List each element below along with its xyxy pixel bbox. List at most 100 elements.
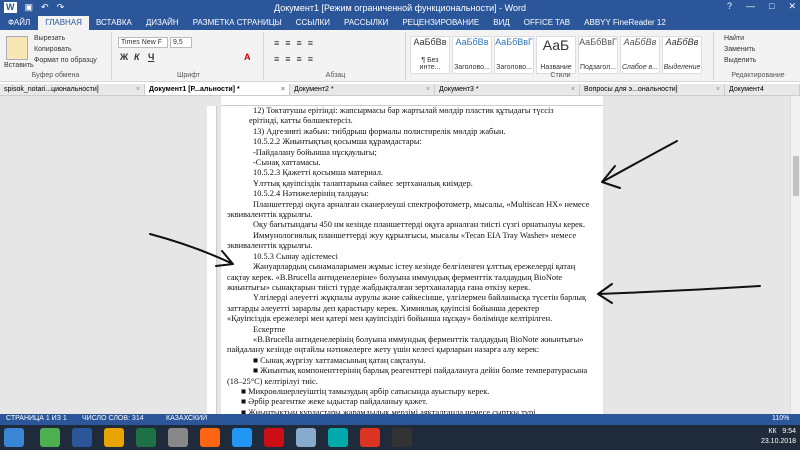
- app-icon[interactable]: [360, 428, 380, 447]
- editing-group: Найти Заменить Выделить Редактирование: [716, 32, 800, 80]
- tab-home[interactable]: ГЛАВНАЯ: [38, 16, 89, 30]
- style-emphasis[interactable]: АаБбВв Выделение: [662, 36, 702, 74]
- tab-layout[interactable]: РАЗМЕТКА СТРАНИЦЫ: [186, 16, 289, 30]
- style-subtitle[interactable]: АаБбВвГ Подзагол...: [578, 36, 618, 74]
- close-button[interactable]: ✕: [788, 1, 796, 12]
- select-button[interactable]: Выделить: [724, 57, 756, 64]
- arrow-left-icon: [149, 233, 234, 267]
- tab-mailings[interactable]: РАССЫЛКИ: [337, 16, 395, 30]
- close-icon[interactable]: ×: [426, 86, 430, 93]
- clock-date[interactable]: 23.10.2018: [761, 437, 796, 447]
- replace-button[interactable]: Заменить: [724, 46, 755, 53]
- firefox-icon[interactable]: [200, 428, 220, 447]
- input-language[interactable]: КК: [768, 428, 776, 435]
- style-title[interactable]: АаБ Название: [536, 36, 576, 74]
- tab-office-tab[interactable]: OFFICE TAB: [517, 16, 577, 30]
- clipboard-group: Вставить Вырезать Копировать Формат по о…: [0, 32, 112, 80]
- style-no-spacing[interactable]: АаБбВв ¶ Без инте...: [410, 36, 450, 74]
- doc-tab-label: Документ1 [Р...альности] *: [149, 86, 240, 93]
- list-buttons-icon[interactable]: ≡≡≡≡: [274, 38, 319, 48]
- tab-view[interactable]: ВИД: [486, 16, 517, 30]
- document-workspace: 12) Токтатушы ерітінді: жапсырмасы бар ж…: [0, 96, 800, 414]
- system-tray: КК 9:54 23.10.2018: [761, 427, 796, 447]
- paste-icon[interactable]: [6, 36, 28, 60]
- excel-icon[interactable]: [136, 428, 156, 447]
- italic-button[interactable]: К: [134, 52, 140, 62]
- font-name-select[interactable]: Times New F: [118, 37, 168, 48]
- doc-tab-label: Документ2 *: [294, 86, 334, 93]
- start-icon[interactable]: [4, 428, 24, 447]
- clock-time[interactable]: 9:54: [782, 428, 796, 435]
- bold-button[interactable]: Ж: [120, 52, 128, 62]
- style-name: Подзагол...: [579, 64, 616, 71]
- find-button[interactable]: Найти: [724, 35, 744, 42]
- tab-references[interactable]: ССЫЛКИ: [289, 16, 337, 30]
- doc-tab[interactable]: spisok_notari...циональности] ×: [0, 84, 145, 95]
- tab-review[interactable]: РЕЦЕНЗИРОВАНИЕ: [395, 16, 486, 30]
- style-subtle-emphasis[interactable]: АаБбВв Слабое в...: [620, 36, 660, 74]
- language-indicator[interactable]: КАЗАХСКИЙ: [166, 415, 207, 422]
- app-icon[interactable]: [232, 428, 252, 447]
- cut-button[interactable]: Вырезать: [34, 35, 65, 42]
- doc-tab-label: Документ4: [729, 86, 764, 93]
- tab-design[interactable]: ДИЗАЙН: [139, 16, 186, 30]
- clipboard-group-label: Буфер обмена: [31, 72, 80, 79]
- page-count[interactable]: СТРАНИЦА 1 ИЗ 1: [6, 415, 67, 422]
- style-preview: АаБбВв: [413, 37, 447, 47]
- doc-tab[interactable]: Вопросы для э...ональности] ×: [580, 84, 725, 95]
- paragraph-group: ≡≡≡≡ ≡≡≡≡ Абзац: [266, 32, 406, 80]
- opera-icon[interactable]: [264, 428, 284, 447]
- style-preview: АаБбВв: [455, 37, 489, 47]
- close-icon[interactable]: ×: [571, 86, 575, 93]
- maximize-button[interactable]: □: [769, 1, 774, 12]
- align-buttons-icon[interactable]: ≡≡≡≡: [274, 54, 319, 64]
- app-icon[interactable]: [168, 428, 188, 447]
- tab-abbyy[interactable]: ABBYY FineReader 12: [577, 16, 673, 30]
- paste-label[interactable]: Вставить: [4, 62, 34, 69]
- explorer-icon[interactable]: [104, 428, 124, 447]
- font-color-icon[interactable]: A: [244, 52, 251, 62]
- font-group-label: Шрифт: [176, 72, 201, 79]
- word-count[interactable]: ЧИСЛО СЛОВ: 314: [82, 415, 144, 422]
- style-heading1[interactable]: АаБбВв Заголово...: [452, 36, 492, 74]
- tab-file[interactable]: ФАЙЛ: [0, 16, 39, 30]
- status-bar: СТРАНИЦА 1 ИЗ 1 ЧИСЛО СЛОВ: 314 КАЗАХСКИ…: [0, 414, 800, 425]
- doc-tab[interactable]: Документ4: [725, 84, 800, 95]
- chrome-icon[interactable]: [40, 428, 60, 447]
- format-painter-button[interactable]: Формат по образцу: [34, 57, 97, 64]
- minimize-button[interactable]: —: [746, 1, 755, 12]
- style-name: Выделение: [663, 64, 701, 71]
- style-preview: АаБбВвГ: [495, 37, 533, 47]
- doc-tab-label: Вопросы для э...ональности]: [584, 86, 678, 93]
- underline-button[interactable]: Ч: [148, 52, 154, 62]
- style-name: ¶ Без инте...: [419, 57, 441, 71]
- close-icon[interactable]: ×: [716, 86, 720, 93]
- close-icon[interactable]: ×: [281, 86, 285, 93]
- zoom-level[interactable]: 110%: [772, 415, 789, 422]
- app-icon[interactable]: [296, 428, 316, 447]
- ribbon-tabs: ФАЙЛ ГЛАВНАЯ ВСТАВКА ДИЗАЙН РАЗМЕТКА СТР…: [0, 16, 800, 30]
- styles-group-label: Стили: [550, 72, 571, 79]
- document-tabs: spisok_notari...циональности] × Документ1…: [0, 84, 800, 96]
- copy-button[interactable]: Копировать: [34, 46, 72, 53]
- styles-group: АаБбВв ¶ Без инте... АаБбВв Заголово... Аа…: [408, 32, 714, 80]
- arrow-right-top-icon: [601, 140, 678, 189]
- style-preview: АаБбВв: [623, 37, 657, 47]
- title-bar: W ▣ ↶ ↷ Документ1 [Режим ограниченной фу…: [0, 0, 800, 16]
- help-button[interactable]: ?: [727, 1, 732, 12]
- word-icon[interactable]: [72, 428, 92, 447]
- ribbon: Вставить Вырезать Копировать Формат по о…: [0, 30, 800, 82]
- doc-tab-label: spisok_notari...циональности]: [4, 86, 99, 93]
- style-heading2[interactable]: АаБбВвГ Заголово...: [494, 36, 534, 74]
- editing-group-label: Редактирование: [731, 72, 785, 79]
- arrow-right-bottom-icon: [597, 283, 761, 304]
- doc-tab[interactable]: Документ3 * ×: [435, 84, 580, 95]
- font-size-select[interactable]: 9,5: [170, 37, 192, 48]
- app-icon[interactable]: [328, 428, 348, 447]
- doc-tab[interactable]: Документ2 * ×: [290, 84, 435, 95]
- close-icon[interactable]: ×: [136, 86, 140, 93]
- tab-insert[interactable]: ВСТАВКА: [89, 16, 139, 30]
- style-name: Название: [540, 64, 572, 71]
- app-icon[interactable]: [392, 428, 412, 447]
- doc-tab-active[interactable]: Документ1 [Р...альности] * ×: [145, 84, 290, 95]
